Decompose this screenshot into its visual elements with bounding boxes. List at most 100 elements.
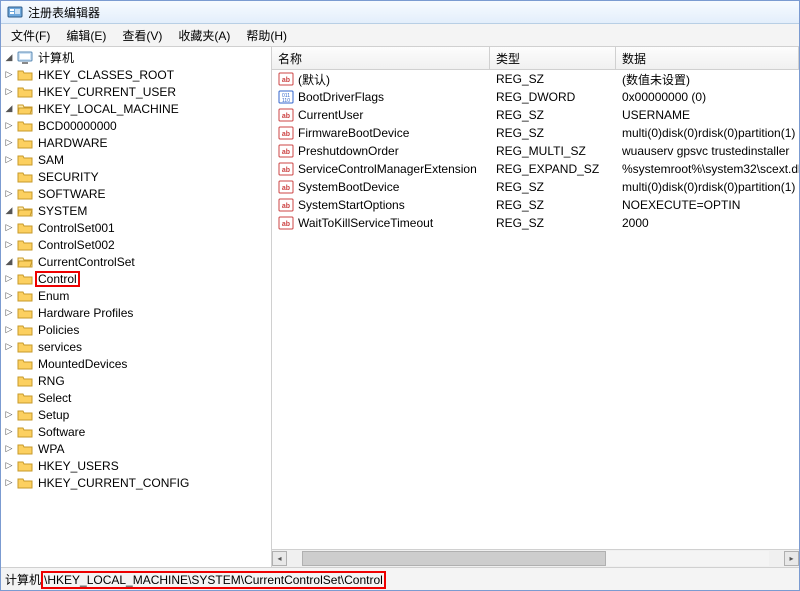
expand-toggle[interactable]: ▷: [3, 324, 15, 336]
value-data: USERNAME: [616, 107, 799, 123]
expand-toggle[interactable]: ▷: [3, 137, 15, 149]
window-title: 注册表编辑器: [28, 4, 100, 21]
column-header-data[interactable]: 数据: [616, 47, 799, 69]
value-name: SystemBootDevice: [298, 180, 399, 194]
tree-node-hklm[interactable]: ◢HKEY_LOCAL_MACHINE: [3, 100, 271, 117]
tree-node-wpa[interactable]: ▷WPA: [3, 440, 271, 457]
value-name: ServiceControlManagerExtension: [298, 162, 477, 176]
value-row[interactable]: abCurrentUserREG_SZUSERNAME: [272, 106, 799, 124]
expand-toggle[interactable]: ▷: [3, 409, 15, 421]
value-row[interactable]: 011110BootDriverFlagsREG_DWORD0x00000000…: [272, 88, 799, 106]
expand-toggle[interactable]: ▷: [3, 239, 15, 251]
expand-toggle[interactable]: ▷: [3, 341, 15, 353]
tree-node-hkcu[interactable]: ▷HKEY_CURRENT_USER: [3, 83, 271, 100]
value-row[interactable]: abServiceControlManagerExtensionREG_EXPA…: [272, 160, 799, 178]
folder-icon: [17, 322, 33, 338]
tree-node-system[interactable]: ◢SYSTEM: [3, 202, 271, 219]
tree-node-hkcc[interactable]: ▷HKEY_CURRENT_CONFIG: [3, 474, 271, 491]
svg-text:ab: ab: [282, 167, 290, 174]
tree-node-select[interactable]: ▷Select: [3, 389, 271, 406]
column-header-name[interactable]: 名称: [272, 47, 490, 69]
menu-edit[interactable]: 编辑(E): [58, 25, 114, 46]
tree-node-hku[interactable]: ▷HKEY_USERS: [3, 457, 271, 474]
tree-node-policies[interactable]: ▷Policies: [3, 321, 271, 338]
svg-text:ab: ab: [282, 185, 290, 192]
expand-toggle[interactable]: ▷: [3, 307, 15, 319]
value-row[interactable]: ab(默认)REG_SZ(数值未设置): [272, 70, 799, 88]
registry-editor-window: 注册表编辑器 文件(F) 编辑(E) 查看(V) 收藏夹(A) 帮助(H) ◢ …: [0, 0, 800, 591]
tree-node-controlset002[interactable]: ▷ControlSet002: [3, 236, 271, 253]
tree-node-enum[interactable]: ▷Enum: [3, 287, 271, 304]
tree-node-controlset001[interactable]: ▷ControlSet001: [3, 219, 271, 236]
folder-icon: [17, 67, 33, 83]
value-type: REG_SZ: [490, 197, 616, 213]
menu-file[interactable]: 文件(F): [3, 25, 58, 46]
expand-toggle[interactable]: ▷: [3, 460, 15, 472]
folder-icon: [17, 305, 33, 321]
tree-node-computer[interactable]: ◢ 计算机: [3, 49, 271, 66]
tree-node-tsoftware[interactable]: ▷Software: [3, 423, 271, 440]
value-row[interactable]: abWaitToKillServiceTimeoutREG_SZ2000: [272, 214, 799, 232]
value-data: (数值未设置): [616, 70, 799, 89]
expand-toggle[interactable]: ▷: [3, 273, 15, 285]
expand-toggle[interactable]: ▷: [3, 154, 15, 166]
tree-node-hardware[interactable]: ▷HARDWARE: [3, 134, 271, 151]
value-row[interactable]: abSystemStartOptionsREG_SZ NOEXECUTE=OPT…: [272, 196, 799, 214]
expand-toggle[interactable]: ▷: [3, 477, 15, 489]
key-tree[interactable]: ◢ 计算机 ▷HKEY_CLASSES_ROOT ▷HKEY_CURRENT_U…: [1, 47, 272, 567]
value-type: REG_MULTI_SZ: [490, 143, 616, 159]
menu-favorites[interactable]: 收藏夹(A): [170, 25, 238, 46]
folder-icon: [17, 407, 33, 423]
tree-node-currentcontrolset[interactable]: ◢CurrentControlSet: [3, 253, 271, 270]
expand-toggle[interactable]: ▷: [3, 188, 15, 200]
scroll-track[interactable]: [302, 551, 769, 566]
folder-icon: [17, 424, 33, 440]
expand-toggle[interactable]: ◢: [3, 205, 15, 217]
tree-node-security[interactable]: ▷SECURITY: [3, 168, 271, 185]
scroll-thumb[interactable]: [302, 551, 606, 566]
svg-text:ab: ab: [282, 113, 290, 120]
expand-toggle[interactable]: ◢: [3, 52, 15, 64]
tree-node-sam[interactable]: ▷SAM: [3, 151, 271, 168]
status-path: 计算机\HKEY_LOCAL_MACHINE\SYSTEM\CurrentCon…: [5, 571, 386, 588]
expand-toggle[interactable]: ▷: [3, 426, 15, 438]
scroll-left-button[interactable]: ◂: [272, 551, 287, 566]
menu-view[interactable]: 查看(V): [114, 25, 170, 46]
value-row[interactable]: abPreshutdownOrderREG_MULTI_SZwuauserv g…: [272, 142, 799, 160]
expand-toggle[interactable]: ◢: [3, 256, 15, 268]
folder-icon: [17, 169, 33, 185]
tree-node-software[interactable]: ▷SOFTWARE: [3, 185, 271, 202]
expand-toggle[interactable]: ▷: [3, 290, 15, 302]
list-body[interactable]: ab(默认)REG_SZ(数值未设置)011110BootDriverFlags…: [272, 70, 799, 549]
value-data: 2000: [616, 215, 799, 231]
folder-icon: [17, 339, 33, 355]
tree-node-mounteddevices[interactable]: ▷MountedDevices: [3, 355, 271, 372]
tree-node-hkcr[interactable]: ▷HKEY_CLASSES_ROOT: [3, 66, 271, 83]
folder-icon: [17, 118, 33, 134]
tree-node-hwprofiles[interactable]: ▷Hardware Profiles: [3, 304, 271, 321]
expand-toggle[interactable]: ▷: [3, 86, 15, 98]
folder-open-icon: [17, 101, 33, 117]
expand-toggle[interactable]: ▷: [3, 222, 15, 234]
svg-text:ab: ab: [282, 149, 290, 156]
value-data: NOEXECUTE=OPTIN: [616, 197, 799, 213]
expand-toggle[interactable]: ▷: [3, 69, 15, 81]
expand-toggle[interactable]: ▷: [3, 443, 15, 455]
folder-icon: [17, 458, 33, 474]
tree-node-setup[interactable]: ▷Setup: [3, 406, 271, 423]
value-row[interactable]: abSystemBootDeviceREG_SZmulti(0)disk(0)r…: [272, 178, 799, 196]
tree-node-bcd[interactable]: ▷BCD00000000: [3, 117, 271, 134]
value-name: (默认): [298, 71, 330, 88]
expand-toggle[interactable]: ▷: [3, 120, 15, 132]
horizontal-scrollbar[interactable]: ◂ ▸: [272, 549, 799, 567]
tree-node-services[interactable]: ▷services: [3, 338, 271, 355]
tree-node-rng[interactable]: ▷RNG: [3, 372, 271, 389]
status-path-highlight: \HKEY_LOCAL_MACHINE\SYSTEM\CurrentContro…: [41, 571, 386, 589]
column-header-type[interactable]: 类型: [490, 47, 616, 69]
value-row[interactable]: abFirmwareBootDeviceREG_SZmulti(0)disk(0…: [272, 124, 799, 142]
folder-open-icon: [17, 254, 33, 270]
expand-toggle[interactable]: ◢: [3, 103, 15, 115]
scroll-right-button[interactable]: ▸: [784, 551, 799, 566]
tree-node-control[interactable]: ▷Control: [3, 270, 271, 287]
menu-help[interactable]: 帮助(H): [238, 25, 295, 46]
